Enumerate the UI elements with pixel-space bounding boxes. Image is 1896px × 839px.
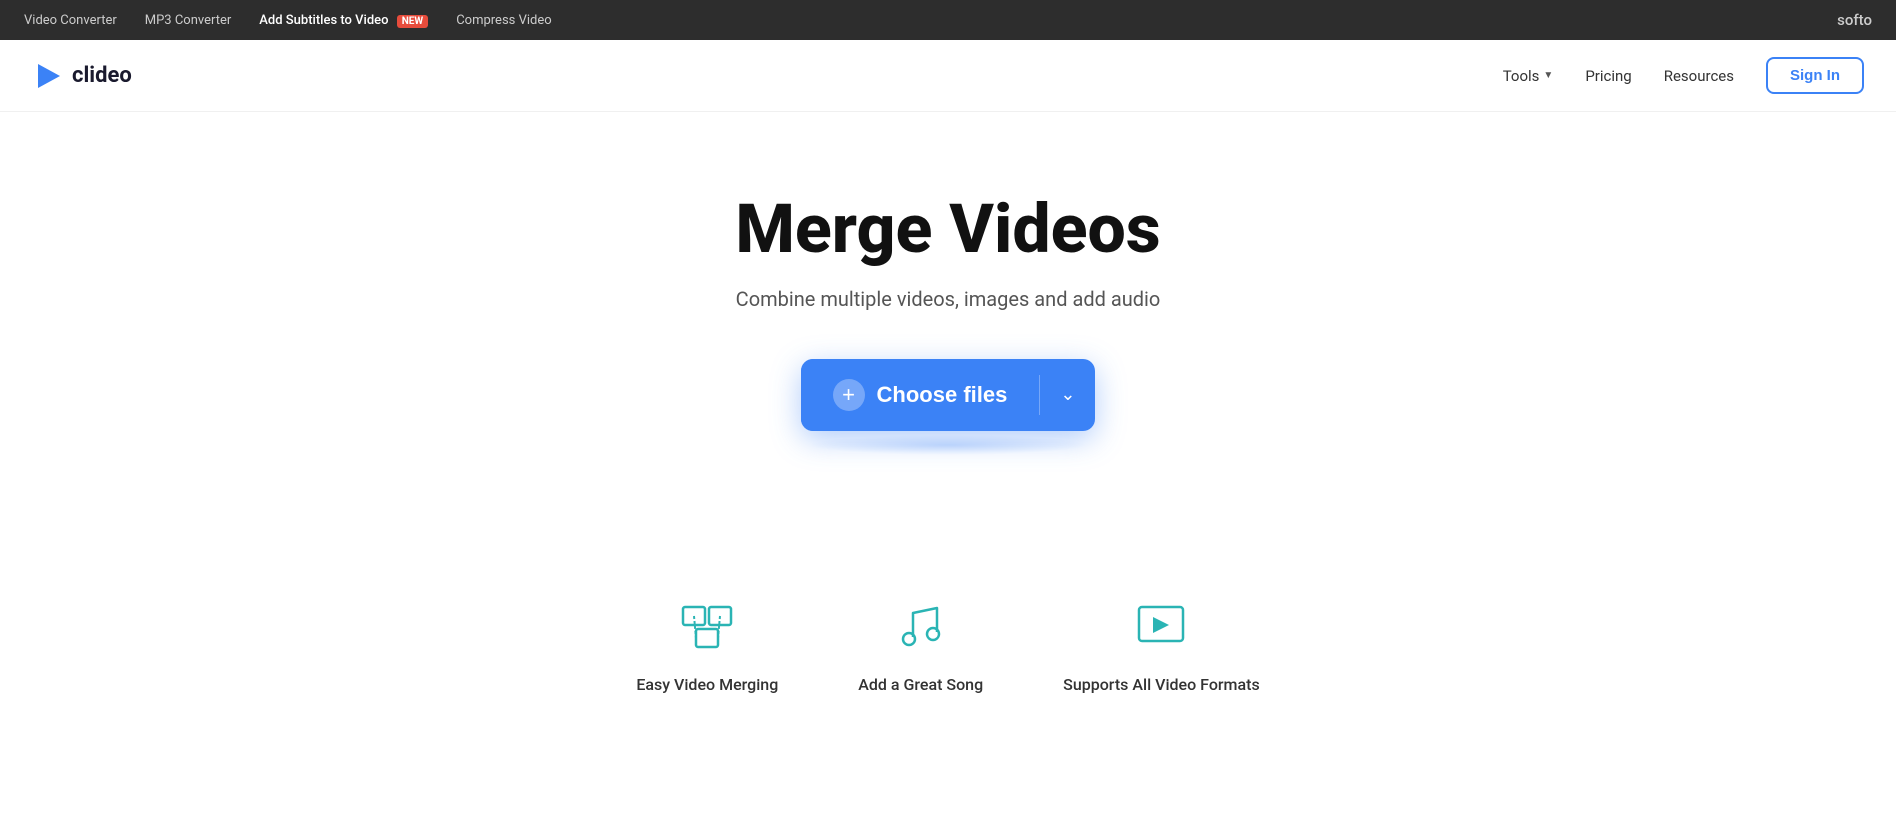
feature-label-merge: Easy Video Merging	[636, 675, 778, 694]
choose-files-button-wrapper[interactable]: + Choose files ⌄	[801, 359, 1096, 431]
nav-resources[interactable]: Resources	[1664, 67, 1734, 85]
hero-subtitle: Combine multiple videos, images and add …	[736, 287, 1161, 311]
topbar-brand: softo	[1837, 11, 1872, 29]
feature-add-song: Add a Great Song	[858, 595, 983, 694]
topbar-link-mp3-converter[interactable]: MP3 Converter	[145, 13, 232, 28]
signin-button[interactable]: Sign In	[1766, 57, 1864, 94]
button-glow	[808, 435, 1088, 455]
merge-icon	[675, 595, 739, 659]
topbar: Video Converter MP3 Converter Add Subtit…	[0, 0, 1896, 40]
feature-easy-video-merging: Easy Video Merging	[636, 595, 778, 694]
topbar-link-add-subtitles[interactable]: Add Subtitles to Video NEW	[259, 13, 428, 28]
page-title: Merge Videos	[735, 192, 1160, 267]
choose-files-label: Choose files	[877, 382, 1008, 408]
chevron-down-icon: ▼	[1543, 70, 1553, 81]
nav-tools[interactable]: Tools ▼	[1503, 67, 1554, 85]
music-icon	[889, 595, 953, 659]
plus-icon: +	[833, 379, 865, 411]
topbar-link-video-converter[interactable]: Video Converter	[24, 13, 117, 28]
feature-label-formats: Supports All Video Formats	[1063, 675, 1260, 694]
feature-formats: Supports All Video Formats	[1063, 595, 1260, 694]
navbar: clideo Tools ▼ Pricing Resources Sign In	[0, 40, 1896, 112]
formats-icon	[1129, 595, 1193, 659]
nav-pricing[interactable]: Pricing	[1585, 67, 1631, 85]
chevron-down-icon: ⌄	[1060, 384, 1075, 405]
clideo-logo-icon	[32, 60, 64, 92]
choose-files-dropdown-button[interactable]: ⌄	[1040, 384, 1095, 405]
nav-right: Tools ▼ Pricing Resources Sign In	[1503, 57, 1864, 94]
logo[interactable]: clideo	[32, 60, 132, 92]
logo-text: clideo	[72, 63, 132, 88]
new-badge: NEW	[397, 15, 428, 28]
feature-label-song: Add a Great Song	[858, 675, 983, 694]
features-section: Easy Video Merging Add a Great Song Supp…	[0, 555, 1896, 754]
topbar-link-compress-video[interactable]: Compress Video	[456, 13, 551, 28]
choose-files-button[interactable]: + Choose files	[801, 359, 1040, 431]
hero-section: Merge Videos Combine multiple videos, im…	[0, 112, 1896, 515]
